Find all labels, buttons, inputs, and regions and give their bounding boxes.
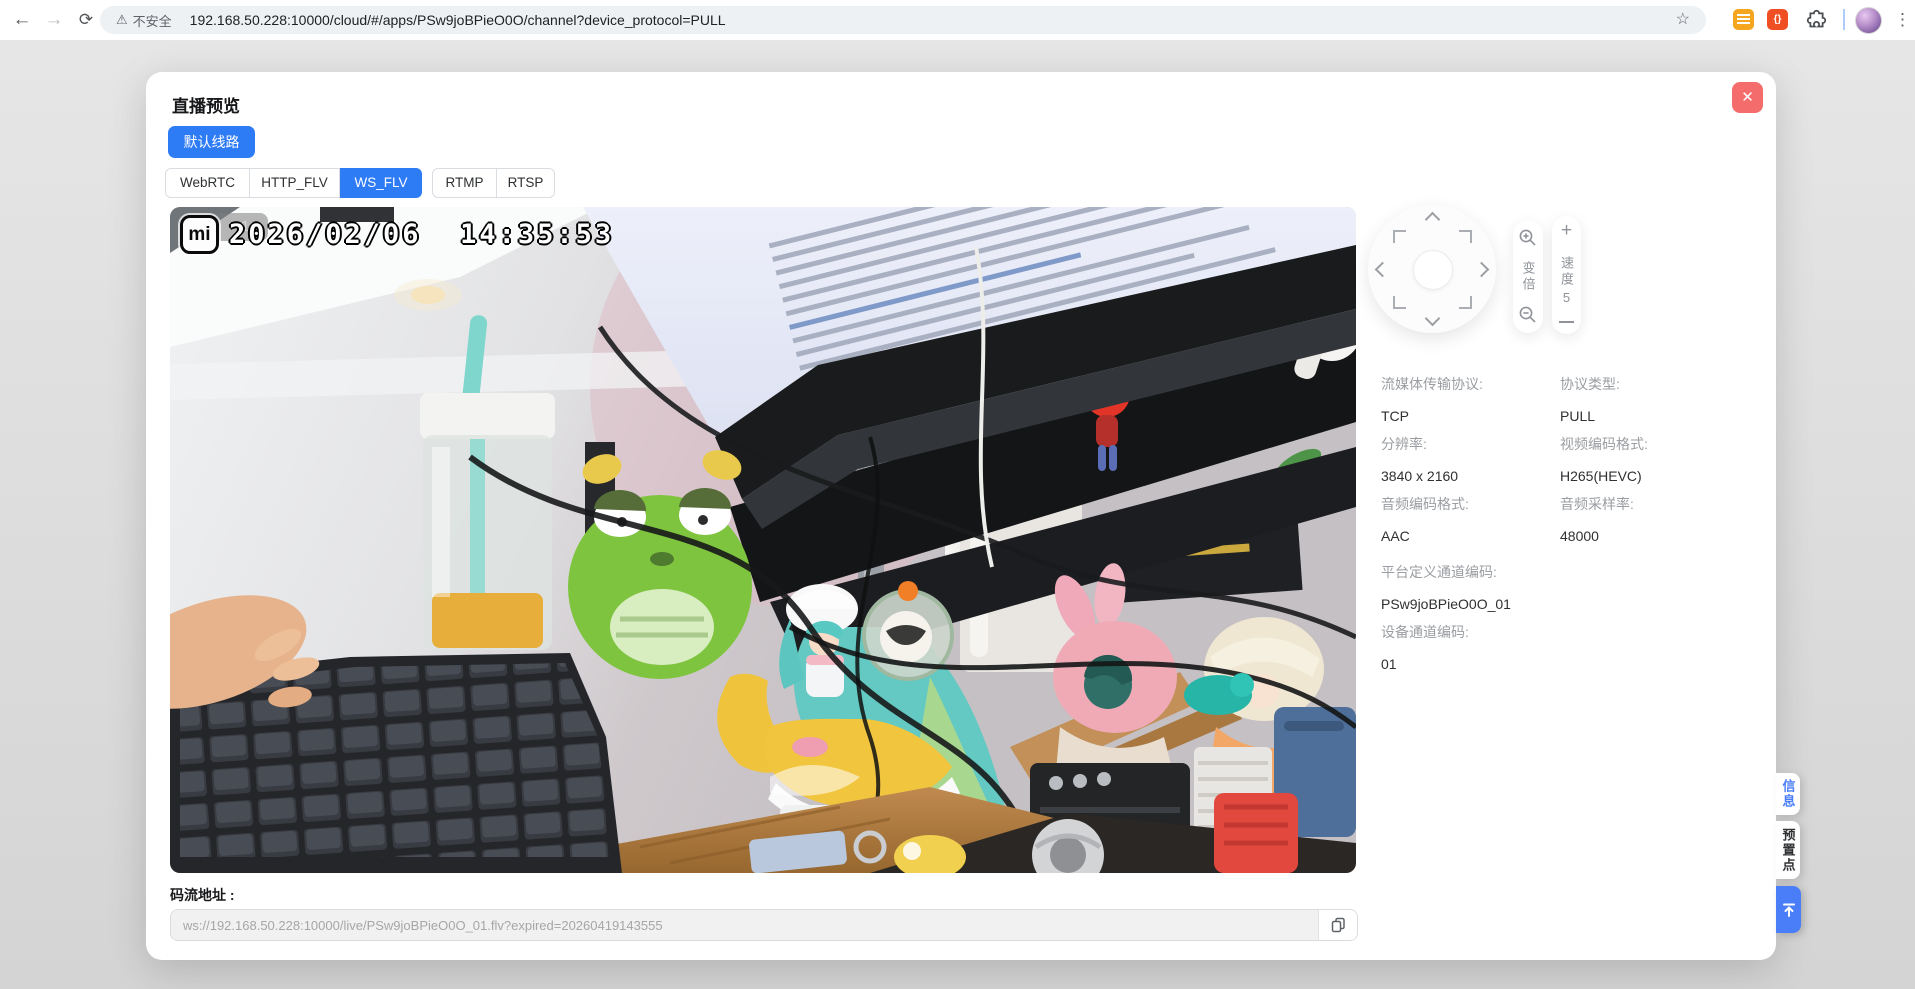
info-field: 视频编码格式: H265(HEVC) xyxy=(1560,434,1760,484)
ptz-upright-icon[interactable] xyxy=(1459,230,1472,243)
side-tab-preset[interactable]: 预置点 xyxy=(1776,821,1800,879)
info-label: 设备通道编码: xyxy=(1381,624,1469,640)
reload-icon[interactable]: ⟳ xyxy=(72,6,100,34)
info-field: 设备通道编码: 01 xyxy=(1381,622,1581,672)
speed-label: 速度 xyxy=(1559,255,1574,288)
info-label: 流媒体传输协议: xyxy=(1381,376,1483,392)
url-text[interactable]: 192.168.50.228:10000/cloud/#/apps/PSw9jo… xyxy=(190,12,726,28)
info-field: 流媒体传输协议: TCP xyxy=(1381,374,1581,424)
arrow-up-to-line-icon xyxy=(1782,903,1795,917)
default-line-button[interactable]: 默认线路 xyxy=(168,126,255,158)
tab-webrtc[interactable]: WebRTC xyxy=(165,168,250,198)
info-value: H265(HEVC) xyxy=(1560,468,1642,484)
extensions-puzzle-icon[interactable] xyxy=(1806,9,1827,30)
info-value: 01 xyxy=(1381,656,1397,672)
bookmark-star-icon[interactable]: ☆ xyxy=(1676,9,1690,29)
info-label: 分辨率: xyxy=(1381,436,1427,452)
tab-rtmp[interactable]: RTMP xyxy=(432,168,497,198)
tab-ws-flv[interactable]: WS_FLV xyxy=(340,168,422,198)
stream-url-box xyxy=(170,909,1358,941)
stream-url-label: 码流地址 : xyxy=(170,887,235,903)
info-label: 视频编码格式: xyxy=(1560,436,1648,452)
info-field: 协议类型: PULL xyxy=(1560,374,1760,424)
info-field: 音频采样率: 48000 xyxy=(1560,494,1760,544)
zoom-out-icon[interactable] xyxy=(1518,305,1538,325)
camera-scene xyxy=(170,207,1356,873)
info-field: 分辨率: 3840 x 2160 xyxy=(1381,434,1581,484)
address-bar[interactable]: ⚠ 不安全 192.168.50.228:10000/cloud/#/apps/… xyxy=(100,6,1706,34)
stream-url-input[interactable] xyxy=(171,910,1318,940)
live-preview-dialog: 直播预览 ✕ 默认线路 WebRTC HTTP_FLV WS_FLV RTMP … xyxy=(146,72,1776,960)
camera-brand-logo: mi xyxy=(180,215,219,254)
zoom-in-icon[interactable] xyxy=(1518,228,1538,248)
video-osd: 1.0 mi 2026/02/06 14:35:53 xyxy=(180,213,615,254)
speed-decrease-icon[interactable] xyxy=(1559,321,1574,323)
info-field: 音频编码格式: AAC xyxy=(1381,494,1581,544)
info-value: PULL xyxy=(1560,408,1596,424)
ptz-zoom-pill: 变倍 xyxy=(1513,220,1543,333)
scroll-top-button[interactable] xyxy=(1776,886,1801,933)
info-label: 协议类型: xyxy=(1560,376,1620,392)
side-tab-info[interactable]: 信息 xyxy=(1776,773,1800,815)
ptz-up-icon[interactable] xyxy=(1424,211,1441,228)
ptz-down-icon[interactable] xyxy=(1424,310,1441,327)
browser-toolbar: ← → ⟳ ⚠ 不安全 192.168.50.228:10000/cloud/#… xyxy=(0,0,1915,41)
tab-rtsp[interactable]: RTSP xyxy=(497,168,555,198)
back-icon[interactable]: ← xyxy=(8,6,36,34)
ptz-upleft-icon[interactable] xyxy=(1393,230,1406,243)
security-chip-label: 不安全 xyxy=(132,13,172,29)
speed-value: 5 xyxy=(1562,289,1571,305)
info-label: 平台定义通道编码: xyxy=(1381,564,1497,580)
profile-avatar[interactable] xyxy=(1855,7,1882,34)
info-value: 3840 x 2160 xyxy=(1381,468,1459,484)
side-tab-info-label: 信息 xyxy=(1780,779,1796,809)
toolbar-divider xyxy=(1843,9,1845,30)
info-label: 音频编码格式: xyxy=(1381,496,1469,512)
zoom-label: 变倍 xyxy=(1520,260,1536,293)
ptz-downright-icon[interactable] xyxy=(1459,296,1472,309)
info-value: 48000 xyxy=(1560,528,1599,544)
ptz-left-icon[interactable] xyxy=(1374,261,1391,278)
side-tab-preset-label: 预置点 xyxy=(1780,827,1796,873)
ptz-direction-pad[interactable] xyxy=(1368,205,1496,333)
copy-icon[interactable] xyxy=(1318,910,1357,940)
notes-extension-icon[interactable] xyxy=(1733,9,1754,30)
warning-icon: ⚠ xyxy=(116,12,128,27)
info-value: PSw9joBPieO0O_01 xyxy=(1381,596,1511,612)
ptz-right-icon[interactable] xyxy=(1473,261,1490,278)
info-value: AAC xyxy=(1381,528,1410,544)
video-player[interactable]: 1.0 mi 2026/02/06 14:35:53 xyxy=(170,207,1356,873)
security-chip[interactable]: ⚠ 不安全 xyxy=(116,11,172,30)
ptz-speed-pill: + 速度 5 xyxy=(1552,216,1581,334)
screen: ← → ⟳ ⚠ 不安全 192.168.50.228:10000/cloud/#… xyxy=(0,0,1915,989)
tab-http-flv[interactable]: HTTP_FLV xyxy=(250,168,340,198)
info-value: TCP xyxy=(1381,408,1409,424)
info-label: 音频采样率: xyxy=(1560,496,1634,512)
ptz-downleft-icon[interactable] xyxy=(1393,296,1406,309)
ptz-center-knob[interactable] xyxy=(1413,250,1453,290)
code-extension-icon[interactable]: {} xyxy=(1767,9,1788,30)
osd-timestamp: 2026/02/06 14:35:53 xyxy=(229,219,615,250)
dialog-title: 直播预览 xyxy=(172,97,240,116)
speed-increase-icon[interactable]: + xyxy=(1561,221,1572,240)
browser-menu-icon[interactable]: ⋮ xyxy=(1894,6,1911,34)
info-field: 平台定义通道编码: PSw9joBPieO0O_01 xyxy=(1381,562,1581,612)
close-icon[interactable]: ✕ xyxy=(1732,82,1763,113)
forward-icon[interactable]: → xyxy=(40,6,68,34)
